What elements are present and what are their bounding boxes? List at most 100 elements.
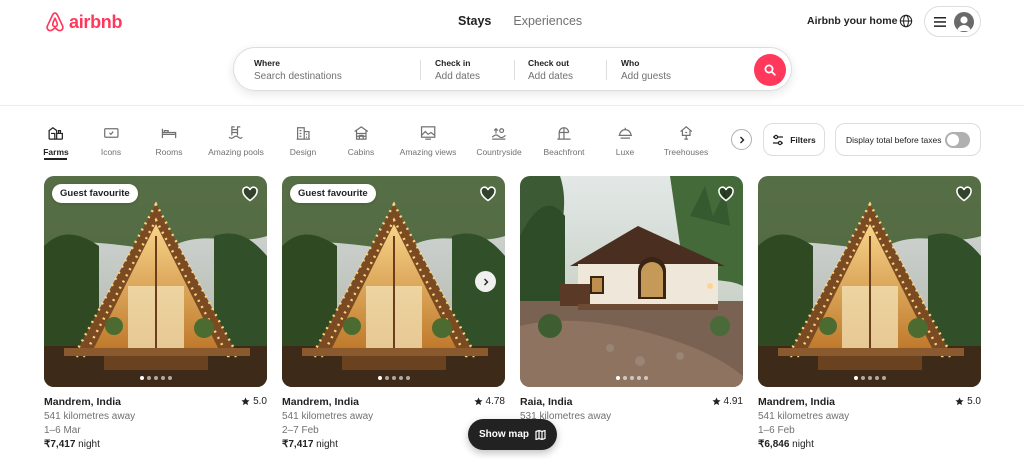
listing-photo-image xyxy=(758,176,981,387)
where-field[interactable]: Where Search destinations xyxy=(254,58,342,82)
bed-icon xyxy=(161,128,177,139)
user-menu-button[interactable] xyxy=(924,6,981,37)
listing-price: ₹7,417 night xyxy=(44,439,267,450)
pagination-dot xyxy=(139,376,144,380)
search-icon xyxy=(764,64,776,76)
photo-next-button[interactable] xyxy=(475,271,496,292)
listing-photo[interactable]: Guest favourite xyxy=(44,176,267,387)
check-in-field[interactable]: Check in Add dates xyxy=(435,58,480,82)
category-cabins[interactable]: Cabins xyxy=(348,124,374,157)
tab-experiences[interactable]: Experiences xyxy=(513,14,582,28)
airbnb-your-home-link[interactable]: Airbnb your home xyxy=(807,15,897,27)
category-countryside[interactable]: Countryside xyxy=(476,124,522,157)
pagination-dot xyxy=(867,376,872,380)
check-out-placeholder: Add dates xyxy=(528,71,574,82)
pagination-dot xyxy=(643,376,648,380)
pagination-dot xyxy=(853,376,858,380)
photo-pagination-dots xyxy=(377,376,410,380)
pagination-dot xyxy=(391,376,396,380)
listing-card[interactable]: Mandrem, India 5.0 541 kilometres away 1… xyxy=(758,176,981,456)
display-total-toggle[interactable] xyxy=(945,131,970,148)
search-bar: Where Search destinations Check in Add d… xyxy=(233,47,792,91)
listing-card[interactable]: Guest favourite Mandrem, India 5.0 541 k… xyxy=(44,176,267,456)
price-unit: night xyxy=(316,439,338,450)
category-treehouses[interactable]: Treehouses xyxy=(664,124,708,157)
heart-icon[interactable] xyxy=(717,185,735,203)
listing-photo[interactable]: Guest favourite xyxy=(282,176,505,387)
star-icon xyxy=(473,397,483,406)
listing-card[interactable]: Guest favourite Mandrem, India 4.78 541 … xyxy=(282,176,505,456)
listing-photo[interactable] xyxy=(520,176,743,387)
listing-photo[interactable] xyxy=(758,176,981,387)
globe-icon[interactable] xyxy=(899,14,913,28)
category-beachfront[interactable]: Beachfront xyxy=(543,124,585,157)
category-amazing-pools[interactable]: Amazing pools xyxy=(208,124,264,157)
category-amazing-views[interactable]: Amazing views xyxy=(400,124,456,157)
star-icon xyxy=(711,397,721,406)
check-out-label: Check out xyxy=(528,58,570,68)
category-label: Amazing pools xyxy=(208,147,264,157)
design-building-icon xyxy=(296,127,310,140)
listing-rating: 4.91 xyxy=(711,396,743,407)
heart-icon[interactable] xyxy=(479,185,497,203)
guest-favourite-badge: Guest favourite xyxy=(52,184,138,203)
price-amount: ₹7,417 xyxy=(282,439,314,450)
category-icons[interactable]: Icons xyxy=(101,124,121,157)
display-total-toggle-container[interactable]: Display total before taxes xyxy=(835,123,981,156)
heart-icon[interactable] xyxy=(241,185,259,203)
pagination-dot xyxy=(398,376,403,380)
pool-icon xyxy=(229,126,244,139)
photo-pagination-dots xyxy=(853,376,886,380)
show-map-button[interactable]: Show map xyxy=(468,419,557,450)
rating-value: 5.0 xyxy=(967,396,981,407)
pagination-dot xyxy=(146,376,151,380)
listing-info: Mandrem, India 5.0 541 kilometres away 1… xyxy=(758,396,981,456)
rating-value: 4.78 xyxy=(485,396,505,407)
category-label: Luxe xyxy=(615,147,635,157)
display-total-label: Display total before taxes xyxy=(846,134,942,145)
listing-photo-image xyxy=(282,176,505,387)
rating-value: 4.91 xyxy=(723,396,743,407)
pagination-dot xyxy=(384,376,389,380)
category-farms[interactable]: Farms xyxy=(43,124,69,157)
listing-location: Mandrem, India xyxy=(282,396,360,408)
heart-icon[interactable] xyxy=(955,185,973,203)
star-icon xyxy=(241,397,250,406)
listing-location: Mandrem, India xyxy=(44,396,122,408)
search-button[interactable] xyxy=(754,54,786,86)
hamburger-menu-icon xyxy=(934,16,946,27)
airbnb-logo[interactable]: airbnb xyxy=(44,11,123,33)
check-out-field[interactable]: Check out Add dates xyxy=(528,58,573,82)
listing-info: Mandrem, India 5.0 541 kilometres away 1… xyxy=(44,396,267,456)
filters-button[interactable]: Filters xyxy=(763,123,825,156)
categories-next-button[interactable] xyxy=(731,129,752,150)
listing-rating: 5.0 xyxy=(241,396,267,407)
listing-card[interactable]: Raia, India 4.91 531 kilometres away xyxy=(520,176,743,456)
who-field[interactable]: Who Add guests xyxy=(621,58,671,82)
price-unit: night xyxy=(78,439,100,450)
listing-rating: 4.78 xyxy=(473,396,505,407)
listing-dates: 1–6 Mar xyxy=(44,425,81,436)
treehouse-icon xyxy=(679,126,693,140)
sliders-icon xyxy=(773,134,784,145)
view-frame-icon xyxy=(420,126,436,140)
countryside-icon xyxy=(491,127,507,140)
category-label: Farms xyxy=(43,147,69,157)
map-icon xyxy=(535,429,546,440)
active-category-underline xyxy=(44,158,67,160)
logo-text: airbnb xyxy=(69,11,123,32)
category-rooms[interactable]: Rooms xyxy=(155,124,183,157)
cabin-icon xyxy=(354,126,368,140)
pagination-dot xyxy=(881,376,886,380)
listing-photo-image xyxy=(44,176,267,387)
tab-stays[interactable]: Stays xyxy=(458,14,491,28)
category-label: Countryside xyxy=(476,147,522,157)
category-label: Rooms xyxy=(155,147,183,157)
listing-distance: 541 kilometres away xyxy=(758,411,850,422)
category-design[interactable]: Design xyxy=(290,124,316,157)
pagination-dot xyxy=(160,376,165,380)
farm-icon xyxy=(48,127,64,140)
user-avatar-icon xyxy=(954,11,974,32)
listing-location: Raia, India xyxy=(520,396,573,408)
category-luxe[interactable]: Luxe xyxy=(616,124,634,157)
